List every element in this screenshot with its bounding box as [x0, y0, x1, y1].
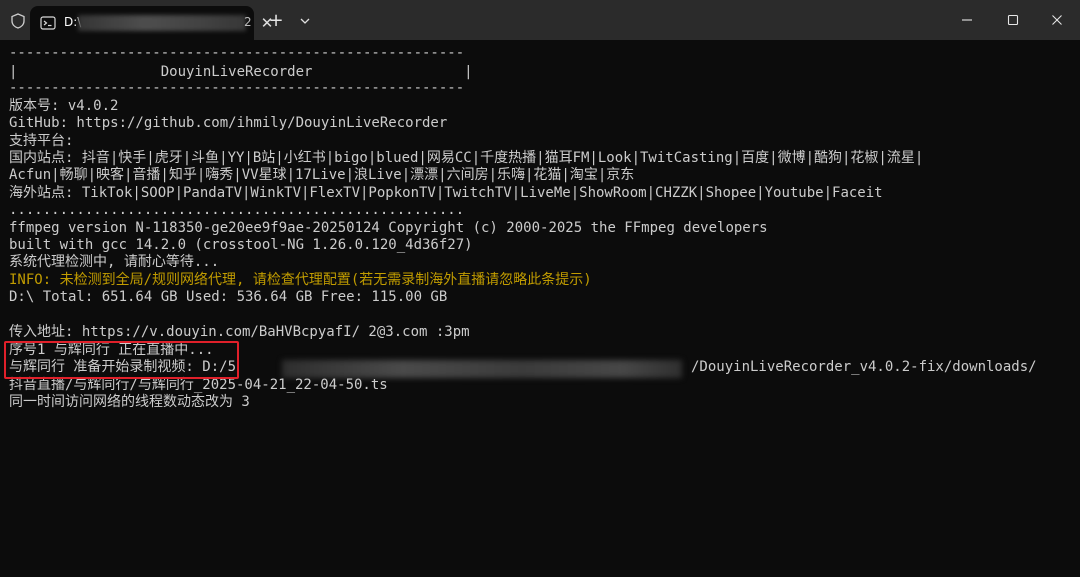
terminal-icon: [40, 16, 56, 30]
gcc-build-line: built with gcc 14.2.0 (crosstool-NG 1.26…: [9, 237, 473, 253]
platforms-heading: 支持平台:: [9, 133, 74, 149]
banner-border-bottom: ----------------------------------------…: [9, 80, 465, 96]
github-line: GitHub: https://github.com/ihmily/Douyin…: [9, 115, 448, 131]
terminal-window: D:\ 2 ✕ + ------------------------------…: [0, 0, 1080, 577]
ffmpeg-version-line: ffmpeg version N-118350-ge20ee9f9ae-2025…: [9, 220, 768, 236]
banner-title: | DouyinLiveRecorder |: [9, 64, 473, 80]
separator-dots: ........................................…: [9, 202, 465, 218]
close-icon: [1052, 15, 1062, 25]
title-bar[interactable]: D:\ 2 ✕ +: [0, 0, 1080, 40]
record-file-line: 抖音直播/与辉同行/与辉同行_2025-04-21_22-04-50.ts: [9, 377, 388, 393]
close-button[interactable]: [1034, 0, 1080, 40]
tab-terminal[interactable]: D:\ 2 ✕: [30, 6, 273, 40]
info-proxy-warning: INFO: 未检测到全局/规则网络代理, 请检查代理配置(若无需录制海外直播请忽…: [9, 272, 592, 288]
chevron-down-icon[interactable]: [296, 12, 314, 30]
overseas-platforms-line: 海外站点: TikTok|SOOP|PandaTV|WinkTV|FlexTV|…: [9, 185, 883, 201]
version-line: 版本号: v4.0.2: [9, 98, 119, 114]
proxy-check-line: 系统代理检测中, 请耐心等待...: [9, 254, 220, 270]
banner-border-top: ----------------------------------------…: [9, 45, 465, 61]
disk-usage-line: D:\ Total: 651.64 GB Used: 536.64 GB Fre…: [9, 289, 448, 305]
highlight-box: [4, 341, 239, 379]
redacted-path: [282, 360, 682, 378]
new-tab-button[interactable]: +: [266, 11, 286, 31]
domestic-platforms-line: 国内站点: 抖音|快手|虎牙|斗鱼|YY|B站|小红书|bigo|blued|网…: [9, 150, 924, 166]
shield-icon[interactable]: [9, 12, 27, 30]
record-path-tail: /DouyinLiveRecorder_v4.0.2-fix/downloads…: [691, 359, 1037, 375]
maximize-button[interactable]: [990, 0, 1036, 40]
redacted-tab-title: [78, 15, 246, 31]
terminal-output[interactable]: ----------------------------------------…: [0, 40, 1080, 577]
tab-title-tail: 2: [244, 15, 252, 29]
domestic-platforms-line-2: Acfun|畅聊|映客|音播|知乎|嗨秀|VV星球|17Live|浪Live|漂…: [9, 167, 635, 183]
input-url-line: 传入地址: https://v.douyin.com/BaHVBcpyafI/ …: [9, 324, 470, 340]
thread-count-line: 同一时间访问网络的线程数动态改为 3: [9, 394, 250, 410]
minimize-button[interactable]: [944, 0, 990, 40]
maximize-icon: [1007, 14, 1019, 26]
minimize-icon: [962, 19, 972, 21]
